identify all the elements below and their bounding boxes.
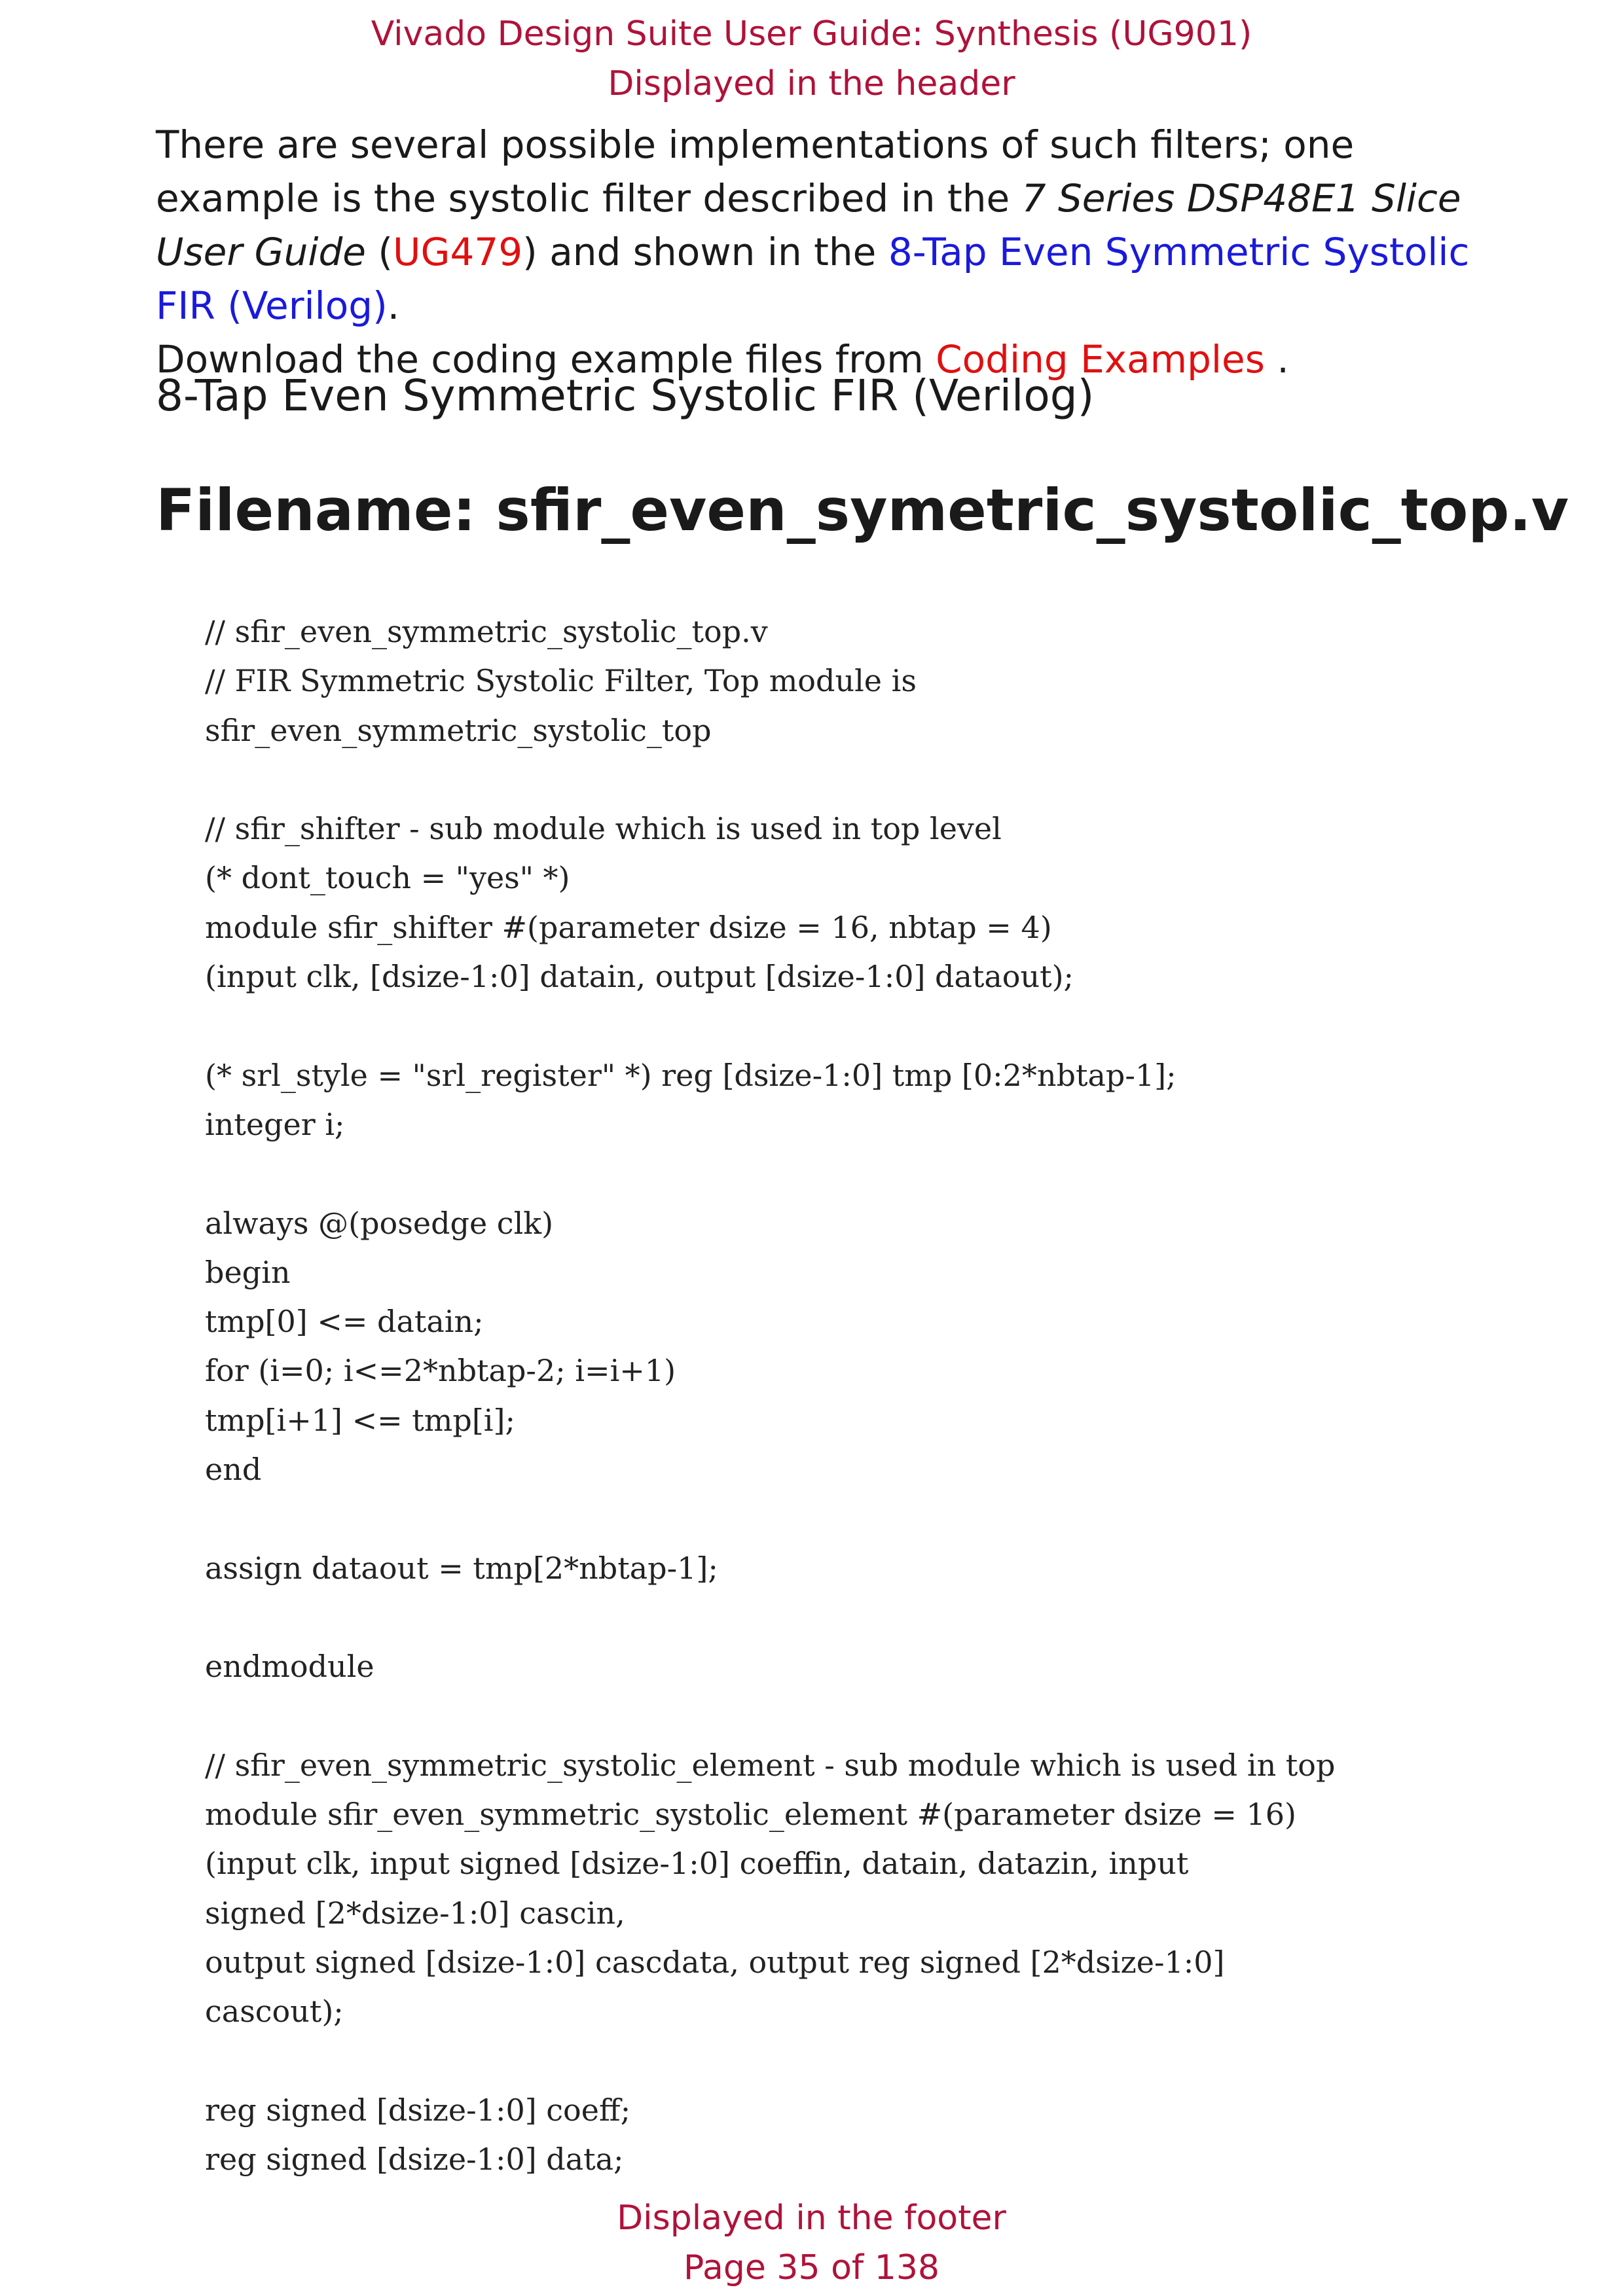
code-line: endmodule — [205, 1649, 374, 1685]
code-line: reg signed [dsize-1:0] coeff; — [205, 2092, 631, 2128]
code-line: output signed [dsize-1:0] cascdata, outp… — [205, 1945, 1225, 1981]
code-line: (* srl_style = "srl_register" *) reg [ds… — [205, 1057, 1176, 1093]
code-line: reg signed [dsize-1:0] data; — [205, 2142, 624, 2178]
code-line: sfir_even_symmetric_systolic_top — [205, 712, 712, 748]
code-line: integer i; — [205, 1106, 345, 1142]
code-line: module sfir_shifter #(parameter dsize = … — [205, 909, 1052, 945]
code-line: // sfir_even_symmetric_systolic_element … — [205, 1747, 1336, 1783]
page-footer: Displayed in the footer Page 35 of 138 — [0, 2193, 1623, 2293]
footer-note: Displayed in the footer — [617, 2198, 1006, 2238]
code-line: // FIR Symmetric Systolic Filter, Top mo… — [205, 663, 917, 699]
code-line: begin — [205, 1254, 291, 1290]
code-line: (input clk, [dsize-1:0] datain, output [… — [205, 959, 1074, 995]
intro-paragraph: There are several possible implementatio… — [156, 118, 1491, 332]
page-header: Vivado Design Suite User Guide: Synthesi… — [0, 9, 1623, 109]
header-doc-title: Vivado Design Suite User Guide: Synthesi… — [371, 14, 1252, 54]
section-heading: 8-Tap Even Symmetric Systolic FIR (Veril… — [156, 370, 1095, 421]
code-line: cascout); — [205, 1994, 344, 2030]
code-line: tmp[i+1] <= tmp[i]; — [205, 1402, 515, 1438]
code-line: always @(posedge clk) — [205, 1205, 554, 1241]
page-number: Page 35 of 138 — [683, 2248, 939, 2287]
code-block: // sfir_even_symmetric_systolic_top.v // … — [205, 607, 1475, 2185]
code-line: // sfir_even_symmetric_systolic_top.v — [205, 614, 768, 649]
intro-text-d: . — [387, 283, 400, 328]
code-line: module sfir_even_symmetric_systolic_elem… — [205, 1797, 1297, 1833]
code-line: (* dont_touch = "yes" *) — [205, 860, 570, 896]
intro-text: There are several possible implementatio… — [156, 118, 1491, 386]
code-line: end — [205, 1452, 262, 1488]
intro-text-b: ( — [365, 230, 393, 274]
code-line: tmp[0] <= datain; — [205, 1304, 484, 1340]
header-note: Displayed in the header — [608, 64, 1015, 103]
code-line: signed [2*dsize-1:0] cascin, — [205, 1895, 625, 1931]
code-line: for (i=0; i<=2*nbtap-2; i=i+1) — [205, 1353, 676, 1389]
download-text-b: . — [1264, 337, 1289, 382]
filename-heading: Filename: sfir_even_symetric_systolic_to… — [156, 476, 1569, 544]
code-line: assign dataout = tmp[2*nbtap-1]; — [205, 1550, 718, 1586]
code-line: (input clk, input signed [dsize-1:0] coe… — [205, 1846, 1189, 1882]
code-line: // sfir_shifter - sub module which is us… — [205, 811, 1002, 847]
ug479-link[interactable]: UG479 — [393, 230, 522, 274]
intro-text-c: ) and shown in the — [522, 230, 888, 274]
